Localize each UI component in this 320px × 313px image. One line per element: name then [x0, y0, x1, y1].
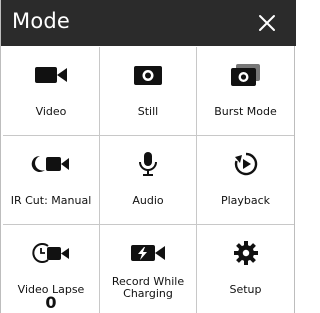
video-lapse-icon — [3, 240, 99, 266]
mode-tile-setup[interactable]: Setup — [197, 225, 294, 313]
mode-label: Record While Charging — [111, 275, 185, 300]
mode-grid: Video Still Burst Mode IR Cut: Manual Au… — [3, 47, 294, 313]
mode-panel: Mode Video Still Burst Mode IR Cut: Manu… — [0, 0, 296, 313]
mode-header: Mode — [1, 0, 296, 46]
burst-mode-icon — [197, 62, 294, 88]
mode-label: Setup — [229, 283, 262, 296]
microphone-icon — [100, 151, 196, 177]
mode-label: IR Cut: Manual — [10, 194, 92, 207]
mode-sub-value: 0 — [45, 293, 57, 312]
mode-tile-audio[interactable]: Audio — [100, 136, 197, 225]
mode-tile-burst[interactable]: Burst Mode — [197, 47, 294, 136]
mode-tile-video-lapse[interactable]: Video Lapse 0 — [3, 225, 100, 313]
record-while-charging-icon — [100, 240, 196, 266]
mode-tile-still[interactable]: Still — [100, 47, 197, 136]
mode-label: Video — [35, 105, 67, 118]
ir-cut-icon — [3, 151, 99, 177]
gear-icon — [197, 240, 294, 266]
video-camera-icon — [3, 62, 99, 88]
mode-label: Burst Mode — [214, 105, 277, 118]
mode-label: Still — [137, 105, 159, 118]
mode-tile-record-while-charging[interactable]: Record While Charging — [100, 225, 197, 313]
mode-label: Audio — [132, 194, 164, 207]
mode-tile-video[interactable]: Video — [3, 47, 100, 136]
mode-label: Playback — [220, 194, 271, 207]
still-camera-icon — [100, 62, 196, 88]
playback-icon — [197, 151, 294, 177]
mode-tile-ir-cut[interactable]: IR Cut: Manual — [3, 136, 100, 225]
mode-tile-playback[interactable]: Playback — [197, 136, 294, 225]
close-icon[interactable] — [254, 10, 280, 36]
page-title: Mode — [12, 9, 71, 33]
